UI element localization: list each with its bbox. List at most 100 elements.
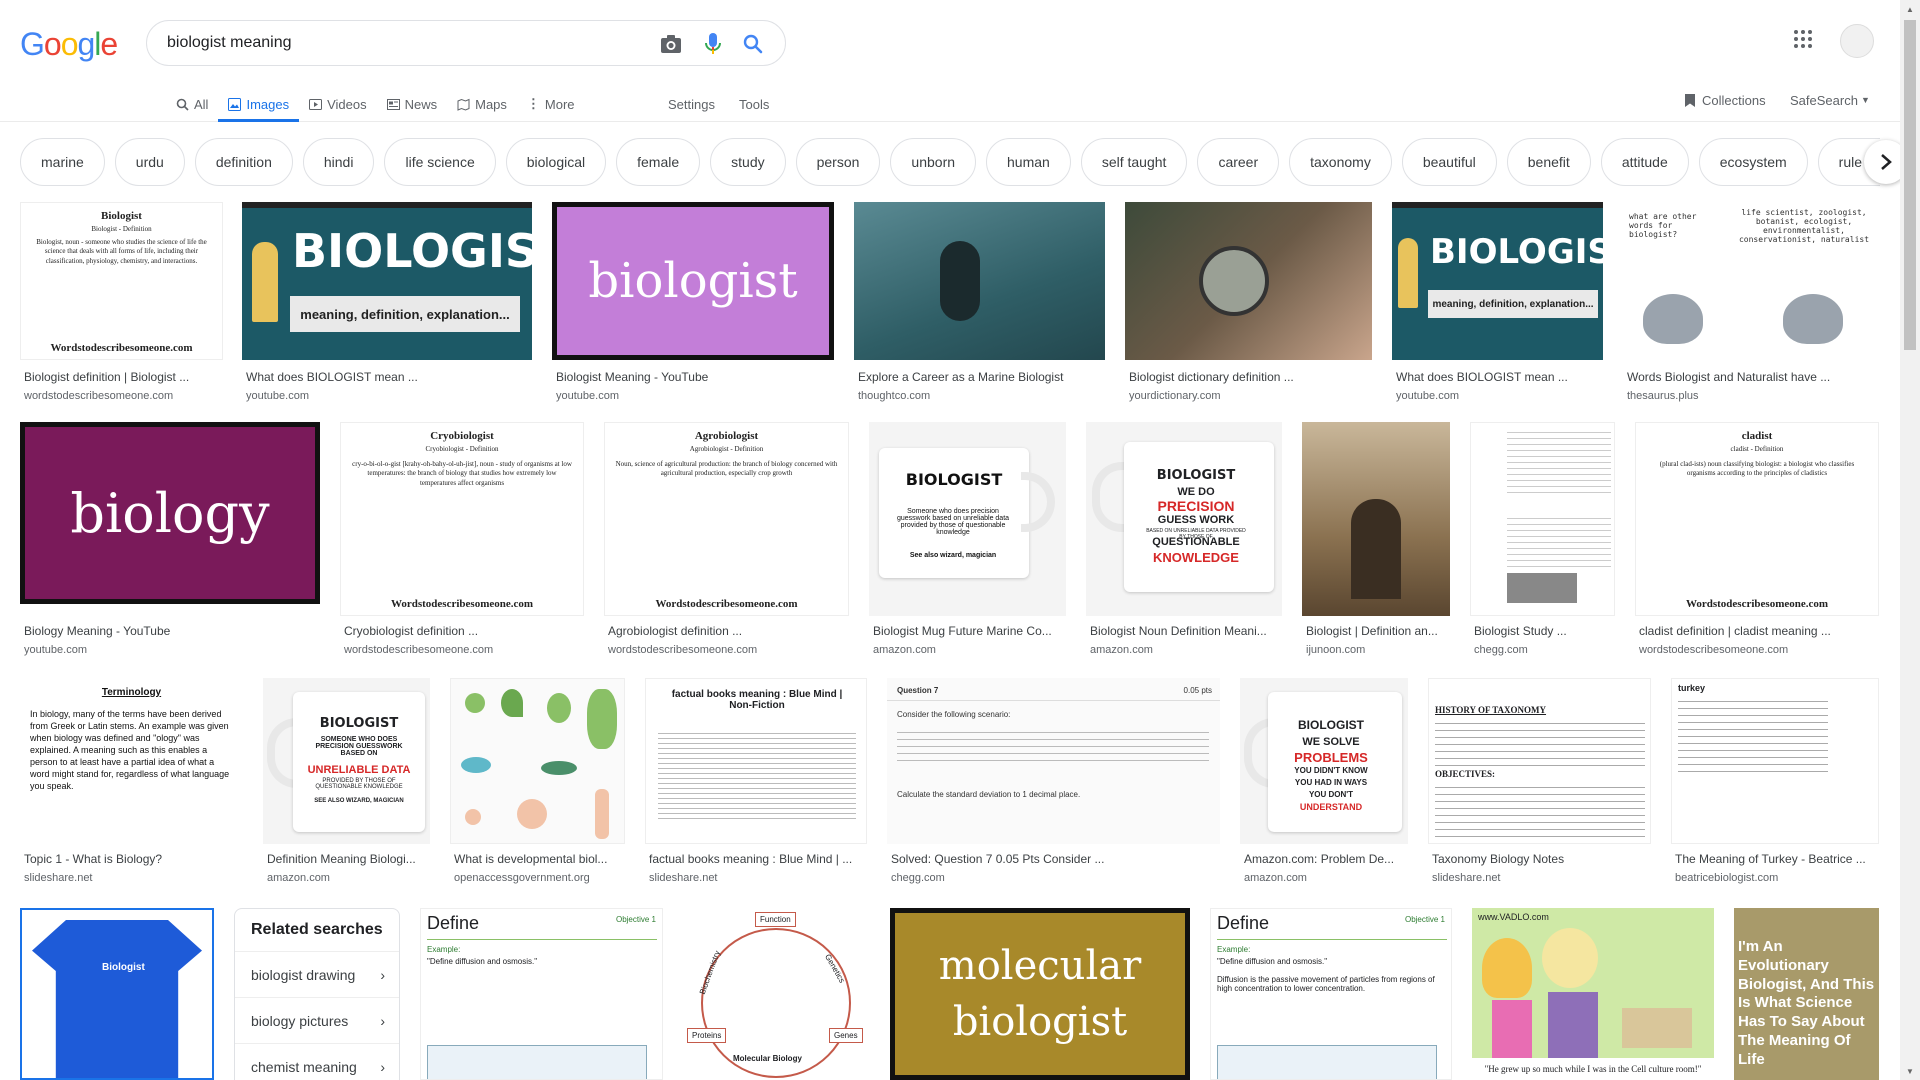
result-thumbnail[interactable]: Biologist Biologist - Definition Biologi… <box>20 202 223 360</box>
result-thumbnail[interactable]: Define Objective 1 Example: "Define diff… <box>420 908 663 1080</box>
chip[interactable]: beautiful <box>1401 138 1497 186</box>
result-caption[interactable]: Cryobiologist definition ... <box>344 624 584 638</box>
result-thumbnail[interactable] <box>1302 422 1450 616</box>
camera-icon[interactable] <box>659 32 683 56</box>
chip[interactable]: urdu <box>114 138 185 186</box>
image-result[interactable]: biologist Biologist Meaning - YouTube yo… <box>552 202 834 408</box>
chip[interactable]: taxonomy <box>1289 138 1392 186</box>
chip[interactable]: biological <box>505 138 607 186</box>
result-caption[interactable]: Biologist definition | Biologist ... <box>24 370 224 384</box>
result-thumbnail[interactable]: BIOLOGIST WE DO PRECISION GUESS WORK BAS… <box>1086 422 1282 616</box>
google-logo[interactable]: Google <box>20 26 118 63</box>
image-result[interactable]: Cryobiologist Cryobiologist - Definition… <box>340 422 584 662</box>
result-thumbnail[interactable]: BIOLOGIST SOMEONE WHO DOES PRECISION GUE… <box>263 678 430 844</box>
result-caption[interactable]: Agrobiologist definition ... <box>608 624 849 638</box>
image-result[interactable]: Biologist dictionary definition ... your… <box>1125 202 1372 408</box>
result-caption[interactable]: cladist definition | cladist meaning ... <box>1639 624 1879 638</box>
chip[interactable]: person <box>795 138 881 186</box>
image-result[interactable]: Define Objective 1 Example: "Define diff… <box>1210 908 1452 1080</box>
tab-all[interactable]: All <box>166 86 218 122</box>
search-input[interactable] <box>167 31 617 55</box>
result-thumbnail[interactable] <box>854 202 1105 360</box>
result-thumbnail[interactable] <box>1125 202 1372 360</box>
chip[interactable]: unborn <box>890 138 977 186</box>
chip[interactable]: definition <box>194 138 293 186</box>
image-result[interactable]: Question 7 0.05 pts Consider the followi… <box>887 678 1220 888</box>
image-result[interactable]: BIOLOGIST WE DO PRECISION GUESS WORK BAS… <box>1086 422 1282 662</box>
result-caption[interactable]: What is developmental biol... <box>454 852 625 866</box>
image-result[interactable]: Biologist Biologist - Definition Biologi… <box>20 202 223 408</box>
chip[interactable]: female <box>616 138 701 186</box>
chip[interactable]: career <box>1197 138 1280 186</box>
result-caption[interactable]: Biology Meaning - YouTube <box>24 624 320 638</box>
image-result[interactable]: turkey The Meaning of Turkey - Beatrice … <box>1671 678 1879 888</box>
result-thumbnail[interactable]: BIOLOGIST Someone who does precision gue… <box>869 422 1066 616</box>
result-thumbnail[interactable]: I'm An Evolutionary Biologist, And This … <box>1734 908 1879 1080</box>
result-caption[interactable]: Solved: Question 7 0.05 Pts Consider ... <box>891 852 1220 866</box>
scroll-down-icon[interactable]: ▼ <box>1900 1062 1920 1080</box>
related-search-item[interactable]: biologist drawing › <box>235 952 399 998</box>
result-caption[interactable]: Biologist Study ... <box>1474 624 1615 638</box>
tab-videos[interactable]: Videos <box>299 86 377 122</box>
image-result[interactable]: cladist cladist - Definition (plural cla… <box>1635 422 1879 662</box>
image-result[interactable]: Terminology In biology, many of the term… <box>20 678 243 888</box>
chip[interactable]: ecosystem <box>1698 138 1808 186</box>
result-thumbnail[interactable]: Cryobiologist Cryobiologist - Definition… <box>340 422 584 616</box>
account-avatar[interactable] <box>1840 24 1874 58</box>
result-caption[interactable]: The Meaning of Turkey - Beatrice ... <box>1675 852 1879 866</box>
result-thumbnail[interactable]: what are other words for biologist? life… <box>1623 202 1879 360</box>
chip[interactable]: marine <box>20 138 105 186</box>
result-thumbnail[interactable]: HISTORY OF TAXONOMY OBJECTIVES: <box>1428 678 1651 844</box>
image-result[interactable]: Biologist Study ... chegg.com <box>1470 422 1615 662</box>
result-caption[interactable]: Taxonomy Biology Notes <box>1432 852 1651 866</box>
result-thumbnail[interactable]: BIOLOGIST meaning, definition, explanati… <box>1392 202 1603 360</box>
result-thumbnail[interactable] <box>1470 422 1615 616</box>
result-thumbnail[interactable]: Function Biochemistry Genetics Proteins … <box>683 908 870 1080</box>
result-caption[interactable]: Biologist Mug Future Marine Co... <box>873 624 1066 638</box>
image-result[interactable]: Explore a Career as a Marine Biologist t… <box>854 202 1105 408</box>
related-search-item[interactable]: biology pictures › <box>235 998 399 1044</box>
image-result[interactable]: molecular biologist <box>890 908 1190 1080</box>
image-result[interactable]: What is developmental biol... openaccess… <box>450 678 625 888</box>
image-result[interactable]: BIOLOGIST meaning, definition, explanati… <box>1392 202 1603 408</box>
image-result[interactable]: Function Biochemistry Genetics Proteins … <box>683 908 870 1080</box>
chip[interactable]: attitude <box>1600 138 1689 186</box>
image-result[interactable]: Biologist | Definition an... ijunoon.com <box>1302 422 1450 662</box>
chip[interactable]: hindi <box>302 138 375 186</box>
chip[interactable]: benefit <box>1506 138 1591 186</box>
result-thumbnail[interactable]: turkey <box>1671 678 1879 844</box>
result-caption[interactable]: Biologist Noun Definition Meani... <box>1090 624 1282 638</box>
search-icon[interactable] <box>741 32 765 56</box>
microphone-icon[interactable] <box>701 32 725 56</box>
result-thumbnail[interactable]: Terminology In biology, many of the term… <box>20 678 243 844</box>
result-caption[interactable]: Biologist | Definition an... <box>1306 624 1450 638</box>
result-thumbnail[interactable] <box>450 678 625 844</box>
image-result[interactable]: Agrobiologist Agrobiologist - Definition… <box>604 422 849 662</box>
result-thumbnail[interactable]: www.VADLO.com "He grew up so much while … <box>1472 908 1714 1080</box>
result-caption[interactable]: Definition Meaning Biologi... <box>267 852 430 866</box>
image-result[interactable]: HISTORY OF TAXONOMY OBJECTIVES: Taxonomy… <box>1428 678 1651 888</box>
scroll-up-icon[interactable]: ▲ <box>1900 0 1920 18</box>
result-thumbnail[interactable]: Define Objective 1 Example: "Define diff… <box>1210 908 1452 1080</box>
tab-images[interactable]: Images <box>218 86 299 122</box>
result-thumbnail[interactable]: cladist cladist - Definition (plural cla… <box>1635 422 1879 616</box>
apps-grid-icon[interactable] <box>1794 30 1818 54</box>
result-thumbnail[interactable]: Biologist <box>20 908 214 1080</box>
result-thumbnail[interactable]: Agrobiologist Agrobiologist - Definition… <box>604 422 849 616</box>
result-thumbnail[interactable]: BIOLOGIST WE SOLVE PROBLEMS YOU DIDN'T K… <box>1240 678 1408 844</box>
chip[interactable]: self taught <box>1080 138 1188 186</box>
image-result[interactable]: factual books meaning : Blue Mind | Non-… <box>645 678 867 888</box>
tab-more[interactable]: ⋮ More <box>517 86 585 122</box>
result-thumbnail[interactable]: BIOLOGIST meaning, definition, explanati… <box>242 202 532 360</box>
result-caption[interactable]: Explore a Career as a Marine Biologist <box>858 370 1105 384</box>
result-caption[interactable]: What does BIOLOGIST mean ... <box>246 370 532 384</box>
tab-news[interactable]: News <box>377 86 448 122</box>
image-result[interactable]: BIOLOGIST WE SOLVE PROBLEMS YOU DIDN'T K… <box>1240 678 1408 888</box>
result-thumbnail[interactable]: molecular biologist <box>890 908 1190 1080</box>
chip[interactable]: study <box>710 138 786 186</box>
result-thumbnail[interactable]: factual books meaning : Blue Mind | Non-… <box>645 678 867 844</box>
chip[interactable]: human <box>986 138 1071 186</box>
result-caption[interactable]: Amazon.com: Problem De... <box>1244 852 1408 866</box>
result-caption[interactable]: factual books meaning : Blue Mind | ... <box>649 852 867 866</box>
result-caption[interactable]: Biologist Meaning - YouTube <box>556 370 834 384</box>
